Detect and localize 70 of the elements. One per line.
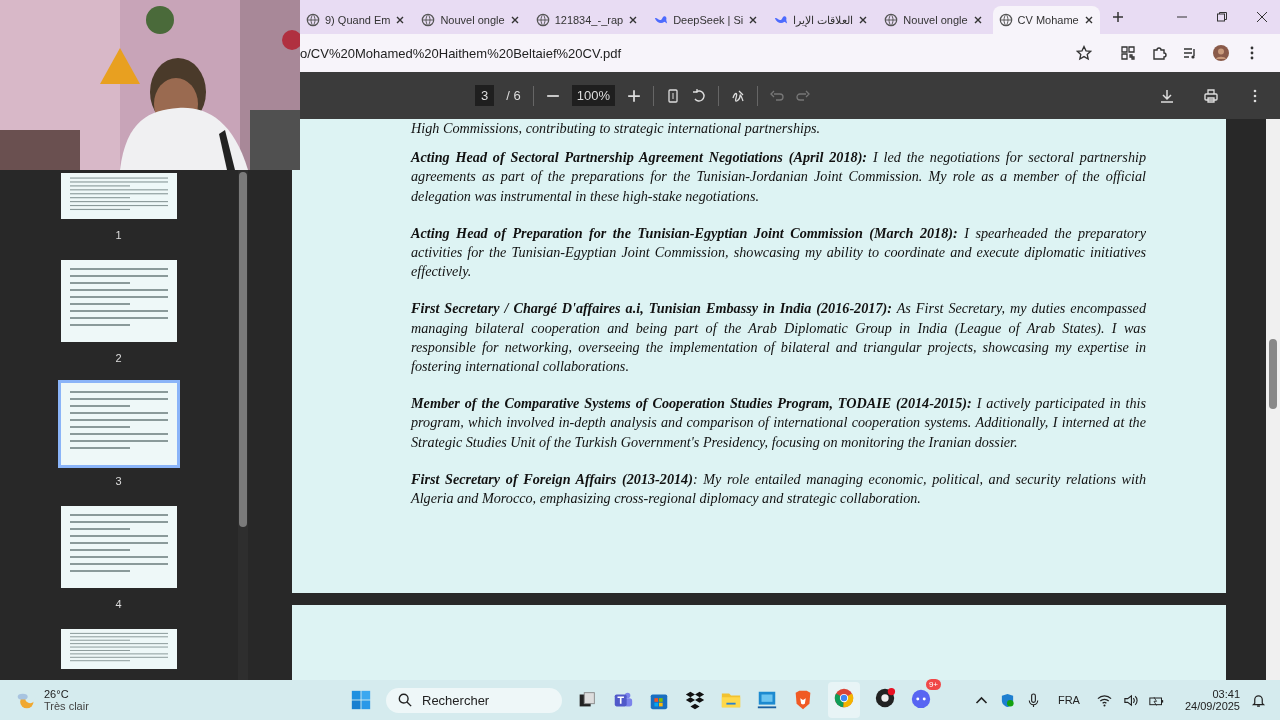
rotate-icon[interactable] — [691, 88, 706, 103]
scrollbar[interactable] — [1266, 119, 1280, 680]
page-thumbnail[interactable] — [57, 380, 180, 468]
dropbox-icon[interactable] — [684, 689, 706, 711]
page-label: 4 — [115, 598, 122, 610]
fit-page-icon[interactable] — [665, 88, 680, 103]
language-indicator[interactable]: FRA — [1057, 694, 1080, 706]
page-total: / 6 — [506, 88, 521, 103]
scrollbar[interactable] — [238, 170, 248, 680]
zoom-in-icon[interactable] — [626, 88, 641, 103]
browser-tab[interactable]: العلاقات الإيرا — [768, 6, 875, 34]
browser-tab[interactable]: 9) Quand Em — [300, 6, 412, 34]
paragraph: First Secretary of Foreign Affairs (2013-2014): My role entailed managing economic, political, and security relations with Algeria and Morocco, emphasizing cross-regional diplomacy and strategic collaboration. — [411, 469, 1146, 509]
globe-icon — [884, 13, 899, 27]
close-icon[interactable] — [972, 15, 983, 25]
clock-date[interactable]: 24/09/2025 — [1184, 700, 1240, 712]
globe-icon — [535, 13, 550, 27]
media-icon[interactable] — [1182, 45, 1198, 61]
page-label: 3 — [115, 475, 122, 487]
paragraph: High Commissions, contributing to strategic international partnerships. — [411, 119, 822, 138]
browser-tab[interactable]: Nouvel ongle — [415, 6, 526, 34]
search-field[interactable]: Rechercher — [386, 687, 562, 713]
shield-icon[interactable] — [999, 692, 1015, 708]
moon-cloud-icon — [16, 690, 36, 710]
record-icon[interactable] — [874, 687, 896, 709]
weather-text: Très clair — [44, 700, 89, 712]
temperature: 26°C — [44, 688, 70, 700]
zoom-field[interactable]: 100% — [571, 85, 615, 106]
restore-icon[interactable] — [1216, 11, 1228, 23]
search-icon — [398, 693, 412, 707]
notification-badge: 9+ — [925, 679, 941, 690]
globe-icon — [421, 13, 436, 27]
redo-icon[interactable] — [795, 88, 810, 103]
extensions-icon[interactable] — [1151, 45, 1167, 61]
browser-tab[interactable]: 121834_-_rap — [529, 6, 645, 34]
page-label: 1 — [115, 229, 122, 241]
close-icon[interactable] — [628, 15, 639, 25]
browser-tab[interactable]: CV Mohame — [992, 6, 1100, 34]
qr-code-icon[interactable] — [1120, 45, 1136, 61]
close-icon[interactable] — [1256, 11, 1268, 23]
wifi-icon[interactable] — [1096, 692, 1112, 708]
close-icon[interactable] — [395, 15, 406, 25]
close-icon[interactable] — [1083, 15, 1094, 25]
star-icon[interactable] — [1076, 45, 1092, 61]
page-number-field[interactable]: 3 — [475, 85, 495, 106]
page-label: 2 — [115, 352, 122, 364]
chrome-icon[interactable] — [833, 687, 855, 709]
chat-app-icon[interactable] — [910, 687, 932, 709]
globe-icon — [998, 13, 1013, 27]
paragraph: Acting Head of Preparation for the Tunisian-Egyptian Joint Commission (March 2018): I spearheaded the preparatory activities for the Tunisian-Egyptian Joint Commission, showcasing my ability to coordinate and execute diplomatic initiatives effectively. — [411, 223, 1146, 282]
close-icon[interactable] — [748, 15, 759, 25]
browser-tab[interactable]: Nouvel ongle — [878, 6, 989, 34]
bell-icon[interactable] — [1251, 692, 1266, 708]
close-icon[interactable] — [858, 15, 869, 25]
paragraph: Acting Head of Sectoral Partnership Agreement Negotiations (April 2018): I led the negotiations for sectoral partnership agreements as part of the preparations for the Tunisian-Jordanian Joint Commission. My role as a member of the official delegation was instrumental in these high-stake negotiations. — [411, 148, 1146, 206]
windows-start-icon[interactable] — [350, 689, 372, 711]
undo-icon[interactable] — [769, 88, 784, 103]
print-icon[interactable] — [1204, 88, 1218, 103]
clock-time[interactable]: 03:41 — [1212, 688, 1240, 700]
volume-icon[interactable] — [1122, 692, 1138, 708]
close-icon[interactable] — [509, 15, 520, 25]
globe-icon — [306, 13, 320, 27]
download-icon[interactable] — [1160, 88, 1174, 103]
new-tab-icon[interactable] — [1111, 11, 1124, 23]
paragraph: First Secretary / Chargé D'affaires a.i, Tunisian Embassy in India (2016-2017): As First Secretary, my duties encompassed managing bilateral cooperation and being part of the Arab Diplomatic Group in India (League of Arab States). I was responsible for networking, overseeing the implementation of bilateral and triangular projects, showcasing my expertise in fostering international collaborations. — [411, 299, 1146, 377]
profile-avatar-icon[interactable] — [1213, 45, 1229, 61]
monitor-icon[interactable] — [756, 689, 778, 711]
browser-tab[interactable]: DeepSeek | Si — [648, 6, 765, 34]
draw-icon[interactable] — [730, 88, 745, 103]
paragraph: Member of the Comparative Systems of Cooperation Studies Program, TODAIE (2014-2015): I actively participated in this program, which involved in-depth analysis and comparison of international cooperation systems. Additionally, I interned at the Strategic Studies Unit of the Turkish Government's Presidency, focusing on monitoring the Iranian dossier. — [411, 394, 1146, 452]
